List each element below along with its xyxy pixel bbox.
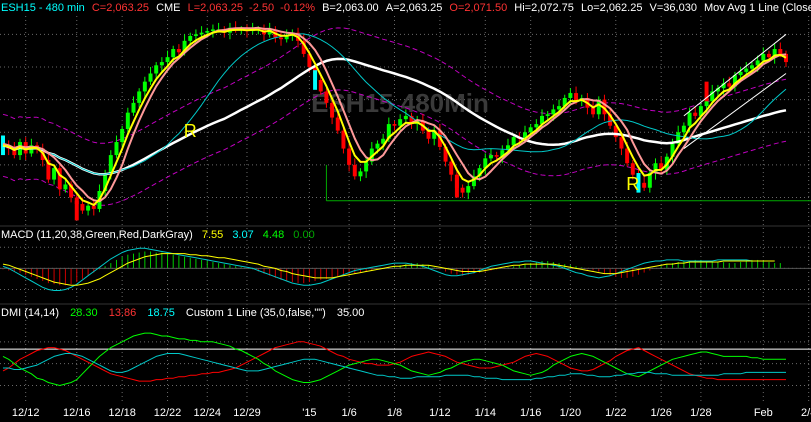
- candle-body: [137, 91, 142, 103]
- dmi-panel: [0, 332, 811, 386]
- candle-body: [279, 37, 284, 40]
- candle-body: [358, 171, 363, 177]
- x-tick-label: 1/16: [520, 407, 541, 419]
- x-tick-label: 12/18: [108, 407, 136, 419]
- candle-body: [704, 101, 709, 107]
- upper-channel-line: [683, 33, 787, 117]
- price-candles: [1, 21, 788, 221]
- candle-body: [148, 73, 153, 82]
- candle-body: [114, 142, 119, 156]
- macd-signal-line: [2, 253, 775, 286]
- candle-body: [744, 68, 749, 72]
- candle-body: [460, 187, 465, 193]
- candle-body: [642, 182, 647, 188]
- candle-body: [392, 124, 397, 126]
- candle-body: [625, 148, 630, 164]
- candle-body: [120, 128, 125, 143]
- grid-lines: [0, 16, 811, 402]
- candle-body: [318, 80, 323, 92]
- x-tick-label: 1/22: [605, 407, 626, 419]
- candle-body: [766, 53, 771, 58]
- candle-body: [165, 57, 170, 63]
- candle-body: [330, 102, 335, 118]
- candle-body: [681, 125, 686, 133]
- reversal-bar: [454, 177, 459, 198]
- x-tick-label: 1/14: [475, 407, 496, 419]
- reversal-annotation: R: [626, 174, 639, 194]
- candle-body: [630, 163, 635, 175]
- candle-body: [511, 137, 516, 146]
- candle-body: [347, 148, 352, 165]
- candle-body: [545, 114, 550, 116]
- candle-body: [568, 93, 573, 98]
- candle-body: [591, 107, 596, 115]
- candle-body: [63, 184, 68, 190]
- candle-body: [193, 34, 198, 36]
- candle-body: [80, 204, 85, 211]
- candle-body: [778, 49, 783, 54]
- x-tick-label: 1/8: [387, 407, 402, 419]
- candle-body: [693, 112, 698, 116]
- candle-body: [199, 32, 204, 35]
- candle-body: [488, 155, 493, 159]
- candle-body: [364, 161, 369, 172]
- candle-body: [341, 130, 346, 149]
- candle-body: [375, 143, 380, 149]
- x-tick-label: 1/20: [560, 407, 581, 419]
- candle-body: [142, 81, 147, 92]
- candle-body: [738, 71, 743, 76]
- candle-body: [324, 91, 329, 103]
- candle-body: [352, 164, 357, 177]
- x-tick-label: 12/12: [12, 407, 40, 419]
- macd-panel: [0, 247, 811, 291]
- candle-body: [494, 155, 499, 157]
- x-tick-label: 1/28: [690, 407, 711, 419]
- reversal-bar: [74, 200, 79, 221]
- candle-body: [52, 168, 57, 180]
- candle-body: [557, 106, 562, 110]
- candle-body: [188, 35, 193, 41]
- candle-body: [159, 62, 164, 66]
- candle-body: [335, 117, 340, 131]
- reversal-annotation: R: [184, 121, 197, 141]
- candle-body: [749, 65, 754, 69]
- x-tick-label: 2/4: [801, 407, 811, 419]
- candle-body: [551, 109, 556, 115]
- x-tick-label: 12/16: [63, 407, 91, 419]
- candle-body: [687, 112, 692, 126]
- candle-body: [761, 53, 766, 61]
- candle-body: [534, 124, 539, 128]
- candle-body: [403, 115, 408, 120]
- adx-line: [3, 353, 786, 381]
- candle-body: [171, 49, 176, 58]
- x-axis: 12/12 12/16 12/18 12/22 12/24 12/29 '15 1/6 1/8 1…: [12, 407, 811, 419]
- candle-body: [466, 186, 471, 193]
- candle-body: [449, 161, 454, 175]
- x-tick-label: 1/26: [650, 407, 671, 419]
- x-tick-label: 12/29: [233, 407, 261, 419]
- x-tick-label: '15: [302, 407, 316, 419]
- candle-body: [125, 112, 130, 129]
- reversal-bar: [313, 70, 318, 90]
- x-tick-label: 12/24: [193, 407, 221, 419]
- candle-body: [176, 49, 181, 53]
- candle-body: [210, 29, 215, 32]
- x-tick-label: Feb: [754, 407, 773, 419]
- x-tick-label: 1/12: [429, 407, 450, 419]
- candle-body: [528, 127, 533, 133]
- candle-body: [131, 102, 136, 113]
- x-tick-label: 1/6: [341, 407, 356, 419]
- chart-canvas[interactable]: ESH15 480Min RR 12/12 12/16 12/18 12/22 12/2…: [0, 0, 811, 422]
- candle-body: [154, 65, 159, 74]
- candle-body: [398, 119, 403, 126]
- candle-body: [86, 205, 91, 211]
- x-tick-label: 12/22: [154, 407, 182, 419]
- candle-body: [727, 83, 732, 87]
- candle-body: [91, 205, 96, 209]
- candle-body: [205, 31, 210, 33]
